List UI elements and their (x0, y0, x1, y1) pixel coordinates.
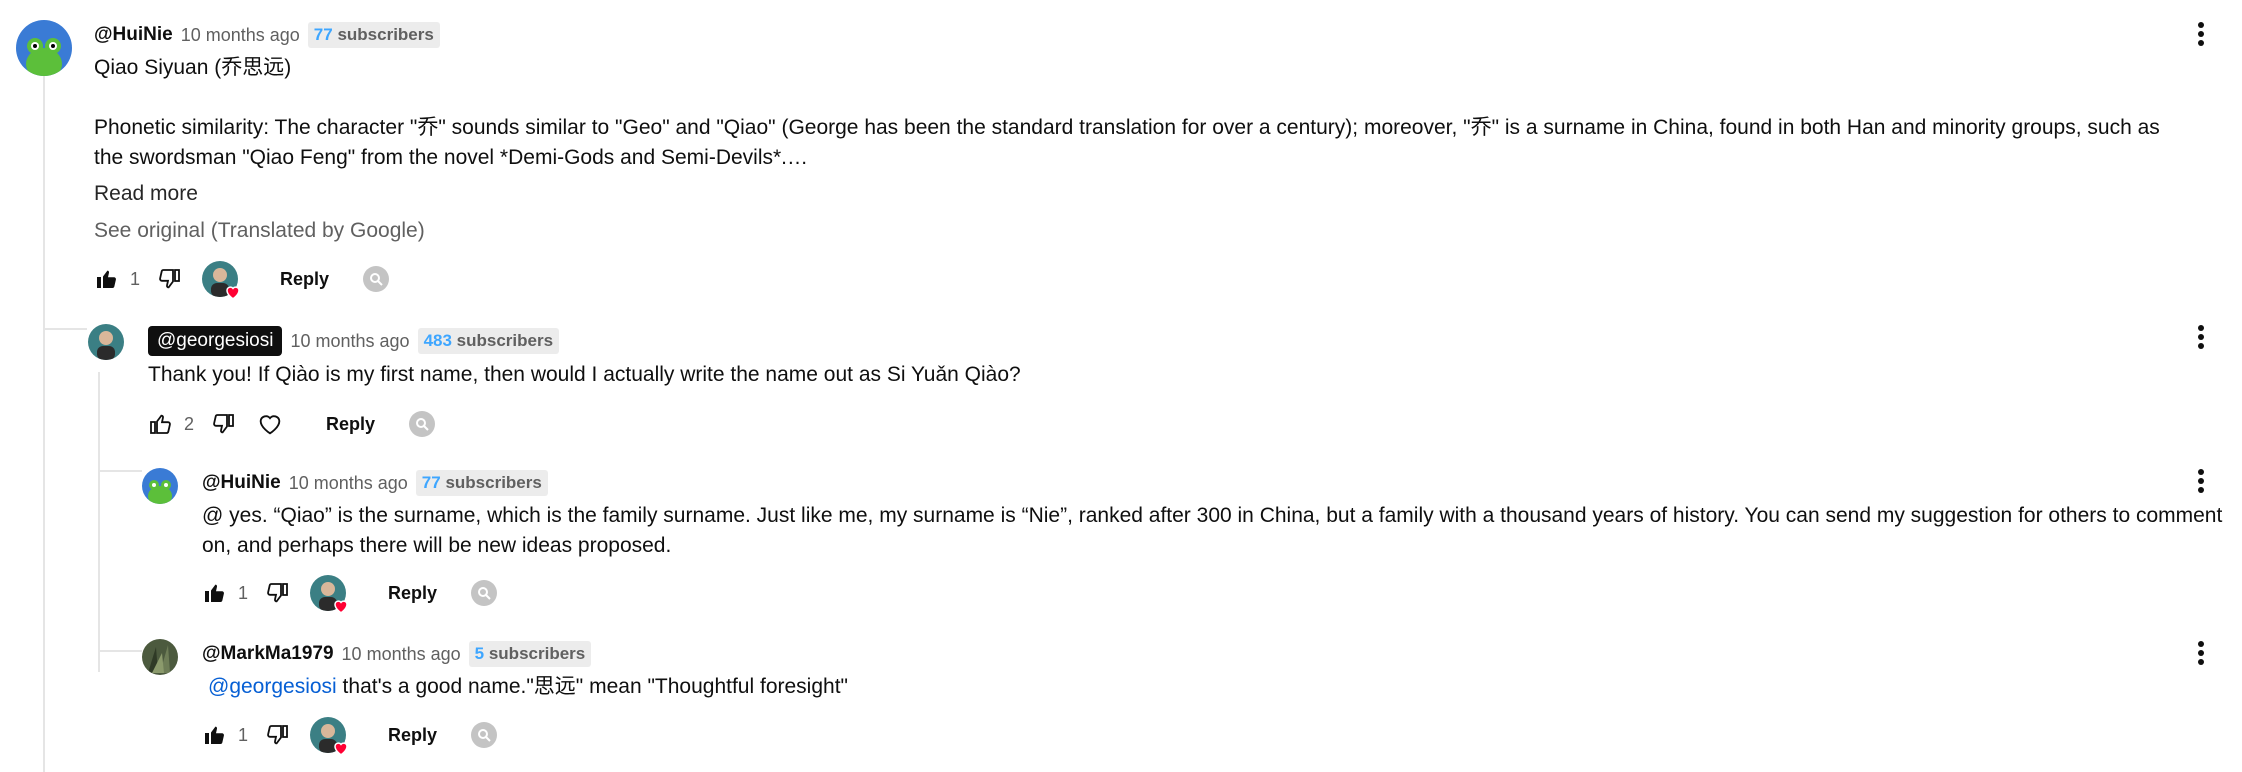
thread-line-curve (43, 328, 87, 330)
more-vert-icon[interactable] (2196, 467, 2206, 495)
subscriber-badge: 77 subscribers (415, 470, 548, 496)
mention-link[interactable]: @georgesiosi (208, 675, 337, 698)
more-vert-icon[interactable] (2196, 323, 2206, 351)
see-original-link[interactable]: See original (Translated by Google) (94, 219, 425, 243)
reply-body-line: @georgesiosi that's a good name."思远" mea… (202, 672, 848, 702)
thread-line-branch-1 (98, 470, 142, 472)
heart-icon (332, 597, 350, 615)
more-vert-icon[interactable] (2196, 20, 2206, 48)
extension-icon[interactable] (409, 411, 436, 437)
reply-body: that's a good name."思远" mean "Thoughtful… (336, 675, 848, 698)
frog-avatar-icon (16, 20, 72, 76)
subscriber-badge: 483 subscribers (417, 328, 560, 354)
creator-heart (202, 261, 240, 300)
more-vert-icon[interactable] (2196, 639, 2206, 667)
reply-header: @georgesiosi 10 months ago 483 subscribe… (148, 326, 560, 356)
reply-button[interactable]: Reply (376, 719, 449, 752)
comment-body: Phonetic similarity: The character "乔" s… (94, 116, 2160, 169)
read-more-button[interactable]: Read more (94, 182, 198, 206)
comment-header: @HuiNie 10 months ago 77 subscribers (94, 22, 440, 48)
avatar[interactable] (142, 468, 178, 504)
thread-line-replies (98, 372, 100, 672)
extension-icon[interactable] (471, 722, 498, 748)
thumbs-up-icon[interactable] (92, 265, 120, 293)
like-count: 1 (130, 268, 141, 289)
subscriber-badge: 5 subscribers (468, 641, 592, 667)
reply-header: @HuiNie 10 months ago 77 subscribers (202, 470, 548, 496)
thread-line (43, 62, 45, 772)
frog-avatar-icon (142, 468, 178, 504)
reply-actions: 1 Reply (200, 715, 498, 756)
author-handle[interactable]: @georgesiosi (148, 326, 283, 356)
subscriber-count: 5 (474, 644, 485, 663)
subscriber-label: subscribers (488, 644, 586, 663)
author-handle[interactable]: @HuiNie (202, 472, 281, 494)
subscriber-label: subscribers (337, 25, 434, 44)
creator-heart (310, 575, 348, 614)
thread-line-branch-2 (98, 650, 142, 652)
thumbs-down-icon[interactable] (210, 410, 238, 438)
thumbs-up-icon[interactable] (146, 410, 174, 438)
avatar[interactable] (88, 324, 124, 360)
author-handle[interactable]: @HuiNie (94, 24, 173, 46)
subscriber-count: 483 (423, 331, 452, 350)
reply-actions: 2 Reply (146, 404, 436, 444)
comment-time[interactable]: 10 months ago (289, 473, 408, 494)
comment-time[interactable]: 10 months ago (181, 25, 300, 46)
author-handle[interactable]: @MarkMa1979 (202, 643, 334, 665)
reply-actions: 1 Reply (200, 573, 498, 614)
extension-icon[interactable] (471, 580, 498, 606)
comment-title-line: Qiao Siyuan (乔思远) (94, 56, 292, 79)
like-count: 1 (238, 582, 249, 603)
avatar[interactable] (142, 639, 178, 675)
thumbs-down-icon[interactable] (156, 265, 184, 293)
avatar[interactable] (16, 20, 72, 76)
thumbs-up-icon[interactable] (200, 579, 228, 607)
reply-body: @ yes. “Qiao” is the surname, which is t… (202, 504, 2223, 557)
subscriber-count: 77 (313, 25, 333, 44)
extension-icon[interactable] (363, 266, 390, 292)
thumbs-up-icon[interactable] (200, 721, 228, 749)
plant-avatar-icon (142, 639, 178, 675)
subscriber-label: subscribers (456, 331, 554, 350)
subscriber-label: subscribers (445, 473, 542, 492)
like-count: 2 (184, 413, 195, 434)
heart-icon[interactable] (256, 410, 284, 438)
creator-heart (310, 717, 348, 756)
thumbs-down-icon[interactable] (264, 721, 292, 749)
subscriber-badge: 77 subscribers (307, 22, 440, 48)
comment-actions: 1 Reply (92, 259, 390, 300)
like-count: 1 (238, 724, 249, 745)
heart-icon (332, 739, 350, 757)
reply-button[interactable]: Reply (268, 263, 341, 296)
comment-time[interactable]: 10 months ago (290, 331, 409, 352)
subscriber-count: 77 (421, 473, 441, 492)
heart-icon (224, 283, 242, 301)
reply-body: Thank you! If Qiào is my first name, the… (148, 363, 1021, 386)
reply-button[interactable]: Reply (376, 577, 449, 610)
thumbs-down-icon[interactable] (264, 579, 292, 607)
reply-button[interactable]: Reply (314, 408, 387, 441)
reply-header: @MarkMa1979 10 months ago 5 subscribers (202, 641, 592, 667)
comment-time[interactable]: 10 months ago (342, 644, 461, 665)
person-avatar-icon (88, 324, 124, 360)
